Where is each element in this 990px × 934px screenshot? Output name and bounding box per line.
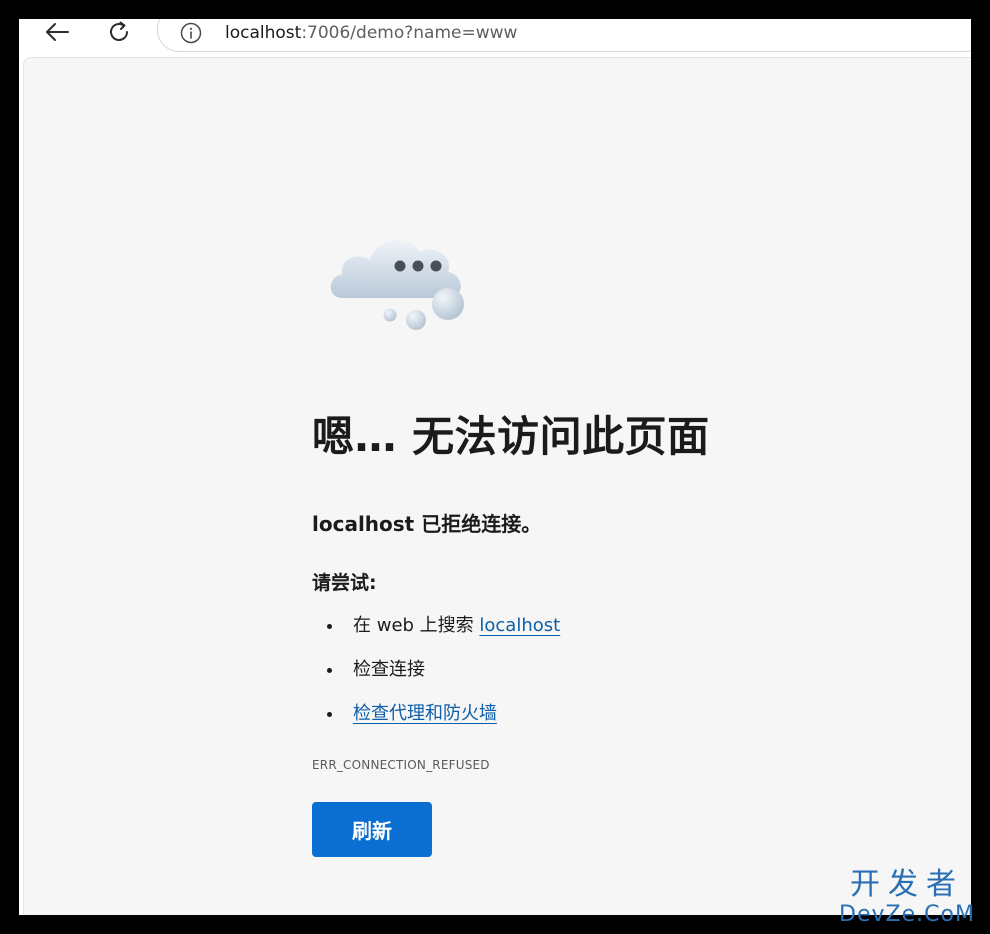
bullet-icon <box>327 712 332 717</box>
refresh-button[interactable]: 刷新 <box>312 802 432 857</box>
info-icon[interactable] <box>180 22 202 44</box>
page-title: 嗯… 无法访问此页面 <box>312 412 710 461</box>
check-proxy-firewall-link[interactable]: 检查代理和防火墙 <box>353 703 497 724</box>
arrow-left-icon <box>46 23 69 41</box>
watermark-logo: 开发者 DevZe.CoM <box>832 868 982 928</box>
search-localhost-link[interactable]: localhost <box>479 615 560 636</box>
list-item: 检查连接 <box>324 658 560 702</box>
error-message: localhost 已拒绝连接。 <box>312 512 542 536</box>
list-item: 检查代理和防火墙 <box>324 702 560 746</box>
browser-toolbar: localhost:7006/demo?name=www <box>19 19 971 59</box>
bullet-icon <box>327 624 332 629</box>
watermark-en: DevZe.CoM <box>839 902 975 927</box>
browser-window: localhost:7006/demo?name=www 嗯… 无法访问此页面 … <box>19 19 971 915</box>
address-url[interactable]: localhost:7006/demo?name=www <box>225 22 517 44</box>
suggestion-list: 在 web 上搜索 localhost 检查连接 检查代理和防火墙 <box>324 614 560 746</box>
watermark-cn: 开发者 <box>850 867 964 902</box>
suggestion-text: 检查连接 <box>353 659 425 680</box>
error-page: 嗯… 无法访问此页面 localhost 已拒绝连接。 请尝试: 在 web 上… <box>23 57 971 915</box>
address-bar[interactable]: localhost:7006/demo?name=www <box>157 19 971 52</box>
cloud-icon <box>330 240 464 330</box>
refresh-icon <box>110 21 128 41</box>
try-label: 请尝试: <box>312 572 377 594</box>
address-host: localhost <box>225 23 302 43</box>
address-path: :7006/demo?name=www <box>301 23 518 43</box>
suggestion-text: 在 web 上搜索 <box>353 615 480 636</box>
list-item: 在 web 上搜索 localhost <box>324 614 560 658</box>
back-button[interactable] <box>39 19 75 45</box>
reload-button[interactable] <box>101 19 137 45</box>
bullet-icon <box>327 668 332 673</box>
error-code: ERR_CONNECTION_REFUSED <box>312 758 490 772</box>
